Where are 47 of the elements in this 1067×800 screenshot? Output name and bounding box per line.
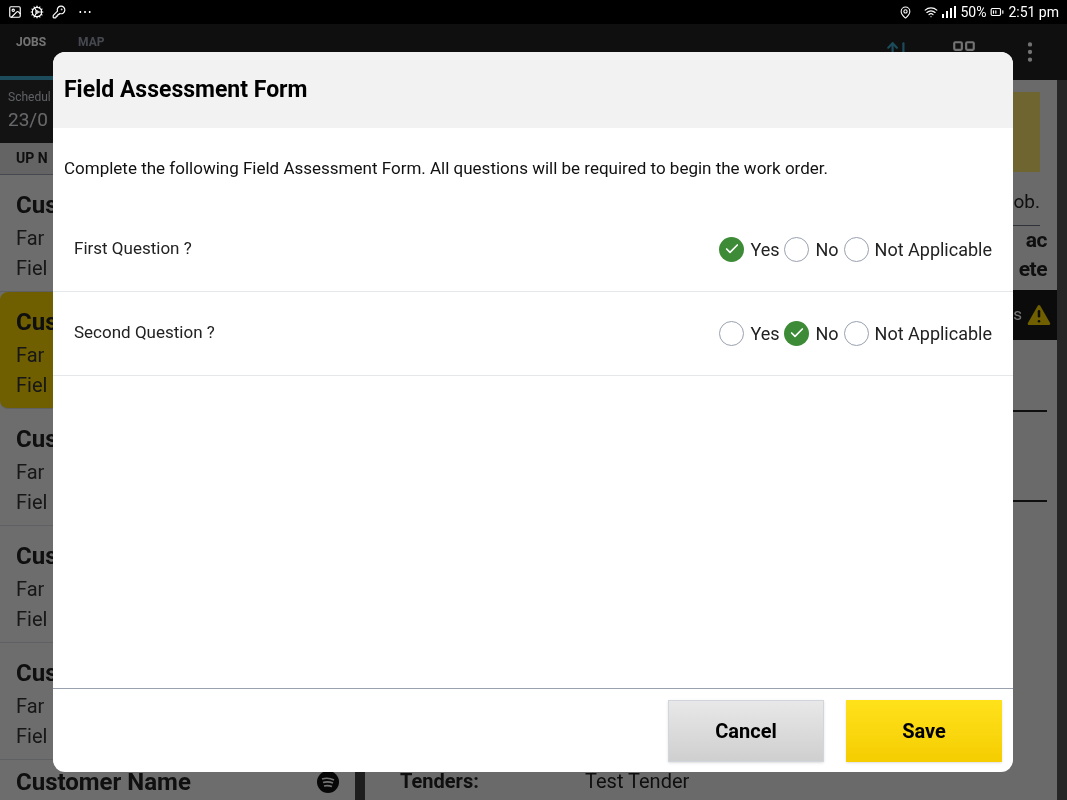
details-heading: ete [1018, 255, 1047, 283]
job-farm: Far [16, 575, 45, 603]
more-notifications: ⋯ [78, 2, 92, 22]
gear-icon [30, 5, 44, 19]
alert-text: s [1013, 302, 1022, 326]
radio-option[interactable]: No [784, 319, 839, 347]
cancel-button[interactable]: Cancel [668, 699, 824, 762]
battery-level: 50% [960, 2, 987, 22]
location-icon [899, 5, 913, 19]
job-field: Fiel [16, 486, 48, 517]
radio-button[interactable] [719, 320, 745, 346]
radio-option[interactable]: Not Applicable [843, 319, 992, 347]
radio-button[interactable] [843, 236, 869, 262]
radio-option[interactable]: No [784, 235, 839, 263]
job-field: Fiel [16, 252, 48, 283]
job-field: Fiel [16, 603, 48, 634]
job-field: Fiel [16, 720, 48, 751]
schedule-date: 23/0 [8, 107, 48, 133]
wifi-icon [924, 5, 939, 19]
radio-button[interactable] [843, 320, 869, 346]
question-label: First Question ? [74, 237, 192, 261]
radio-button[interactable] [784, 236, 810, 262]
schedule-label: Schedul [8, 89, 51, 106]
signal-icon [942, 6, 957, 18]
save-button[interactable]: Save [846, 699, 1002, 762]
radio-button[interactable] [784, 320, 810, 346]
question-label: Second Question ? [74, 321, 215, 345]
tenders-value: Test Tender [585, 768, 690, 795]
job-title: Customer Name [16, 766, 191, 798]
notice-text: ob. [1013, 189, 1040, 215]
job-farm: Far [16, 224, 45, 252]
radio-option[interactable]: Yes [719, 319, 780, 347]
battery-icon [990, 5, 1005, 19]
tenders-label: Tenders: [400, 768, 480, 795]
details-heading: ac [1025, 226, 1047, 254]
radio-option[interactable]: Yes [719, 235, 780, 263]
image-icon [8, 5, 22, 19]
job-field: Fiel [16, 369, 48, 400]
radio-option[interactable]: Not Applicable [843, 235, 992, 263]
key-icon [52, 5, 66, 19]
clock: 2:51 pm [1008, 2, 1059, 22]
dialog-instructions: Complete the following Field Assessment Form. All questions will be required to begin the work order. [63, 157, 830, 180]
section-title: UP N [16, 148, 48, 168]
job-farm: Far [16, 458, 45, 486]
radio-button[interactable] [719, 236, 745, 262]
job-farm: Far [16, 692, 45, 720]
job-farm: Far [16, 341, 45, 369]
